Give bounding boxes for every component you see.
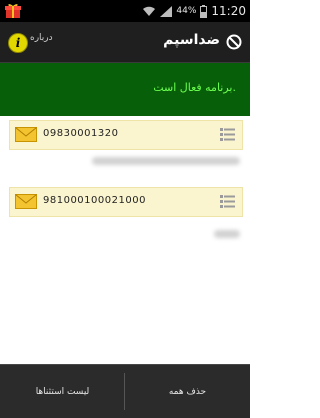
envelope-icon [15, 194, 37, 209]
status-bar: 44% 11:20 [0, 0, 250, 22]
action-bar: i درباره ضداسپم [0, 22, 250, 63]
list-menu-icon[interactable] [220, 195, 235, 208]
exceptions-list-button[interactable]: لیست استثناها [0, 365, 125, 418]
about-link[interactable]: درباره [30, 33, 53, 43]
block-icon [226, 34, 242, 50]
status-text: برنامه فعال است. [153, 81, 236, 94]
battery-percent: 44% [176, 6, 197, 16]
gift-notification-icon [5, 4, 21, 18]
info-icon[interactable]: i [8, 33, 28, 53]
delete-all-button[interactable]: حذف همه [125, 365, 250, 418]
battery-icon [200, 4, 208, 18]
phone-number: 09830001320 [43, 128, 119, 139]
clock: 11:20 [211, 4, 246, 18]
wifi-icon [143, 6, 156, 16]
blurred-text [92, 157, 240, 165]
blurred-text [214, 230, 240, 238]
phone-number: 981000100021000 [43, 195, 146, 206]
list-menu-icon[interactable] [220, 128, 235, 141]
list-item[interactable]: 981000100021000 [9, 187, 243, 217]
app-title: ضداسپم [163, 32, 220, 48]
list-item[interactable]: 09830001320 [9, 120, 243, 150]
envelope-icon [15, 127, 37, 142]
bottom-bar: لیست استثناها حذف همه [0, 364, 250, 418]
status-banner: برنامه فعال است. [0, 63, 250, 116]
signal-icon [160, 5, 173, 17]
